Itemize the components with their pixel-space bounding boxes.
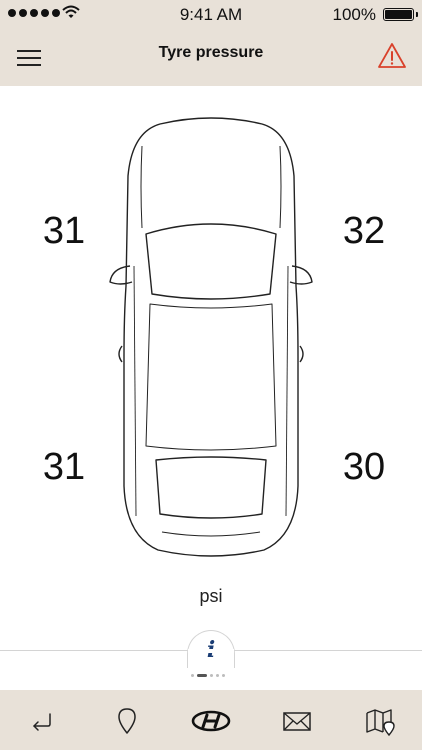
rear-left-pressure: 31 <box>42 446 86 488</box>
front-left-pressure: 31 <box>42 210 86 252</box>
battery-percentage: 100% <box>332 5 376 24</box>
status-bar: 9:41 AM 100% <box>0 0 422 28</box>
tyre-pressure-panel: 31 32 31 30 psi i <box>0 86 422 690</box>
pressure-unit: psi <box>199 586 223 606</box>
page-dot-active <box>197 674 207 677</box>
battery-icon <box>383 8 418 21</box>
warning-triangle-icon[interactable] <box>376 40 408 72</box>
page-dot <box>222 674 225 677</box>
brand-logo-icon[interactable] <box>190 706 232 736</box>
page-indicator <box>191 674 225 677</box>
mail-icon[interactable] <box>281 706 313 736</box>
page-dot <box>216 674 219 677</box>
rear-right-pressure: 30 <box>342 446 386 488</box>
nav-bar: Tyre pressure <box>0 28 422 86</box>
page-title: Tyre pressure <box>158 44 264 61</box>
page-dot <box>191 674 194 677</box>
bottom-tab-bar <box>0 690 422 750</box>
back-arrow-icon[interactable] <box>26 706 58 736</box>
hamburger-menu-icon[interactable] <box>14 42 44 72</box>
car-top-view-image <box>109 117 313 557</box>
location-pin-icon[interactable] <box>111 706 143 736</box>
page-dot <box>210 674 213 677</box>
front-right-pressure: 32 <box>342 210 386 252</box>
map-icon[interactable] <box>364 706 396 736</box>
